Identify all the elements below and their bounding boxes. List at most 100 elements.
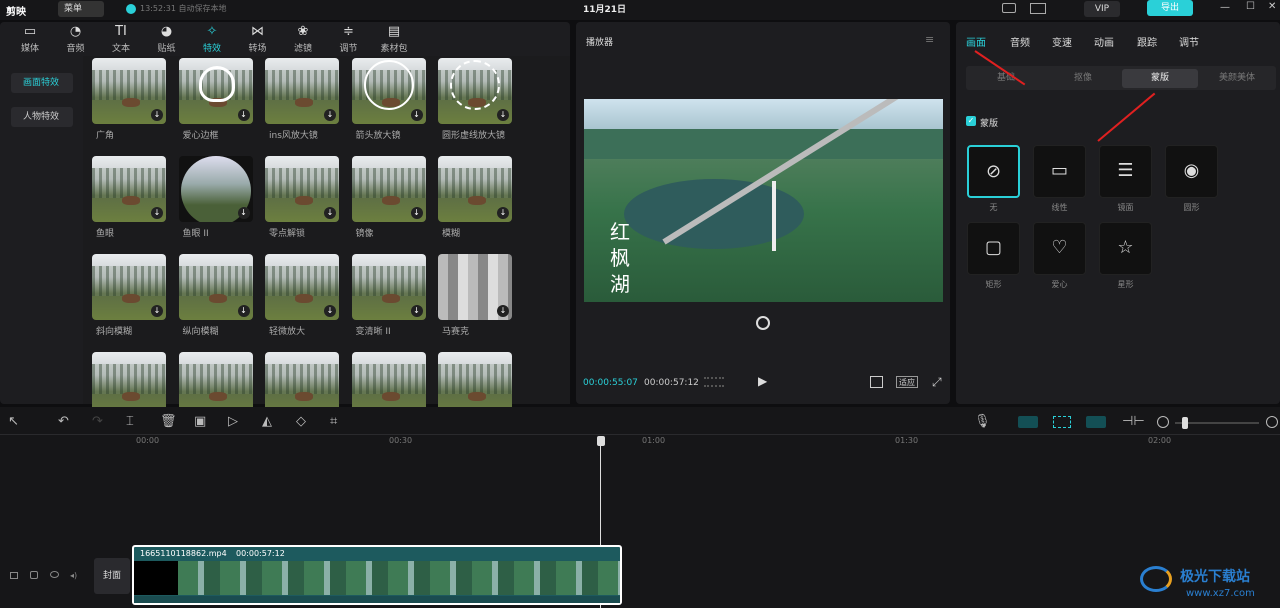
tab-3[interactable]: 动画 [1094,34,1114,49]
toolbar-label: 音频 [66,44,85,54]
effect-thumbnail[interactable]: ↓ [438,254,512,320]
fullscreen-zoom-icon[interactable] [870,376,883,388]
effect-thumbnail[interactable]: ↓ [178,156,253,222]
mask-option[interactable]: ▢ [967,222,1020,275]
zoom-in-icon[interactable] [1266,416,1278,428]
effect-thumbnail[interactable]: ↓ [351,156,426,222]
subtab-3[interactable]: 美颜美体 [1199,69,1275,88]
auto-snap-icon[interactable] [1053,416,1071,428]
play-icon[interactable]: ▶ [758,374,767,388]
minimize-icon[interactable]: — [1220,2,1230,13]
play-range-icon[interactable]: ▷ [228,414,238,429]
download-icon[interactable]: ↓ [237,207,250,219]
download-icon[interactable]: ↓ [410,109,423,121]
tab-5[interactable]: 调节 [1179,34,1199,49]
delete-icon[interactable]: 🗑 [160,414,177,429]
mask-option[interactable]: ◉ [1165,145,1218,198]
download-icon[interactable]: ↓ [151,109,163,121]
split-icon[interactable]: ⌶ [126,414,134,429]
trees-preview [438,168,512,198]
mask-checkbox-icon[interactable]: ✓ [966,116,976,126]
close-icon[interactable]: ✕ [1268,1,1276,12]
microphone-icon[interactable]: 🎙 [974,414,991,429]
track-audio-icon[interactable]: ◂) [70,571,77,580]
zoom-slider-handle[interactable] [1182,417,1188,429]
effect-thumbnail[interactable]: ↓ [265,58,339,124]
zoom-out-icon[interactable] [1157,416,1169,428]
main-track-magnet-icon[interactable] [1018,416,1038,428]
freeze-icon[interactable]: ▣ [194,414,206,429]
download-icon[interactable]: ↓ [324,305,336,317]
video-clip[interactable]: 1665110118862.mp4 00:00:57:12 [132,545,622,605]
mirror-icon[interactable]: ◭ [262,414,272,429]
toolbar-adjust[interactable]: ≑ 调节 [327,24,371,54]
subtab-2[interactable]: 蒙版 [1122,69,1198,88]
effect-thumbnail[interactable]: ↓ [351,58,426,124]
effect-thumbnail[interactable]: ↓ [438,58,512,124]
preview-axis-icon[interactable]: ⊣⊢ [1122,414,1145,429]
select-tool-icon[interactable]: ↖ [8,414,19,429]
effect-thumbnail[interactable]: ↓ [92,254,166,320]
mask-option[interactable]: ▭ [1033,145,1086,198]
rotate-icon[interactable]: ◇ [296,414,306,429]
subtab-1[interactable]: 抠像 [1045,69,1121,88]
toolbar-transition[interactable]: ⋈ 转场 [236,24,280,54]
player-menu-icon[interactable]: ≡ [925,33,934,46]
toolbar-media[interactable]: ▭ 媒体 [8,24,52,54]
mask-option[interactable]: ☰ [1099,145,1152,198]
download-icon[interactable]: ↓ [324,109,336,121]
linkage-icon[interactable] [1086,416,1106,428]
download-icon[interactable]: ↓ [410,305,423,317]
toolbar-sticker[interactable]: ◕ 贴纸 [145,24,189,54]
download-icon[interactable]: ↓ [237,305,250,317]
effect-thumbnail[interactable]: ↓ [178,58,253,124]
toolbar-text[interactable]: TI 文本 [99,24,143,54]
sidebar-item-1[interactable]: 人物特效 [11,107,73,127]
tab-2[interactable]: 变速 [1052,34,1072,49]
download-icon[interactable]: ↓ [497,305,509,317]
toolbar-effects[interactable]: ✧ 特效 [190,24,234,54]
download-icon[interactable]: ↓ [324,207,336,219]
download-icon[interactable]: ↓ [237,109,250,121]
crop-icon[interactable]: ⌗ [330,414,337,429]
vip-badge[interactable]: VIP [1084,1,1120,17]
timeline-list-icon[interactable] [704,377,724,387]
toolbar-package[interactable]: ▤ 素材包 [372,24,416,54]
download-icon[interactable]: ↓ [497,109,509,121]
track-cover-icon[interactable] [10,572,18,579]
effect-thumbnail[interactable]: ↓ [178,254,253,320]
rotate-handle-icon[interactable] [756,316,770,330]
fit-button[interactable]: 适应 [896,376,918,388]
mask-option[interactable]: ⊘ [967,145,1020,198]
download-icon[interactable]: ↓ [151,305,163,317]
maximize-icon[interactable]: ☐ [1246,1,1255,12]
toolbar-audio[interactable]: ◔ 音频 [54,24,98,54]
mask-option[interactable]: ♡ [1033,222,1086,275]
sidebar-item-0[interactable]: 画面特效 [11,73,73,93]
undo-icon[interactable]: ↶ [58,414,69,429]
export-button[interactable]: 导出 [1147,0,1193,16]
effect-thumbnail[interactable]: ↓ [438,156,512,222]
cover-button[interactable]: 封面 [94,558,130,594]
tab-1[interactable]: 音频 [1010,34,1030,49]
layout-icon[interactable] [1030,3,1046,14]
effect-thumbnail[interactable]: ↓ [265,254,339,320]
effect-thumbnail[interactable]: ↓ [351,254,426,320]
keyboard-icon[interactable] [1002,3,1016,13]
track-lock-icon[interactable] [30,571,38,579]
effect-thumbnail[interactable]: ↓ [92,156,166,222]
effect-thumbnail[interactable]: ↓ [92,58,166,124]
download-icon[interactable]: ↓ [497,207,509,219]
expand-icon[interactable]: ⤢ [932,375,942,390]
tab-4[interactable]: 跟踪 [1137,34,1157,49]
mask-option[interactable]: ☆ [1099,222,1152,275]
download-icon[interactable]: ↓ [151,207,163,219]
menu-button[interactable]: 菜单 [58,1,104,17]
tab-0[interactable]: 画面 [966,34,986,49]
download-icon[interactable]: ↓ [410,207,423,219]
effect-label: ins风放大镜 [269,131,318,141]
track-visibility-icon[interactable] [50,571,59,578]
effect-thumbnail[interactable]: ↓ [265,156,339,222]
playhead-handle[interactable] [597,436,605,446]
toolbar-filter[interactable]: ❀ 滤镜 [281,24,325,54]
